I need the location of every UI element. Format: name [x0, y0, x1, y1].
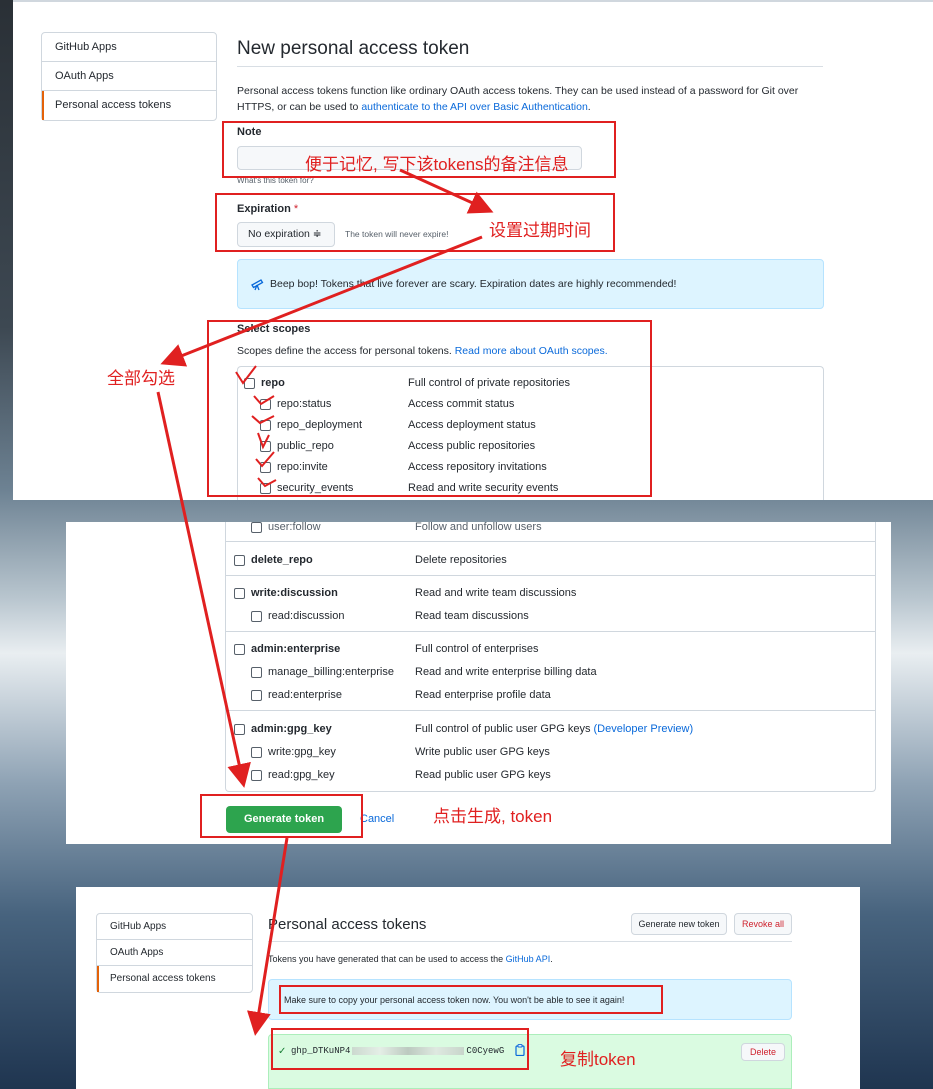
scope-desc: Read public user GPG keys	[415, 769, 551, 781]
settings-sidebar: GitHub Apps OAuth Apps Personal access t…	[41, 32, 217, 121]
scope-row-read-discussion: read:discussion Read team discussions	[226, 606, 875, 626]
delete-token-button[interactable]: Delete	[741, 1043, 785, 1061]
basic-auth-link[interactable]: authenticate to the API over Basic Authe…	[361, 101, 587, 113]
scope-group-divider	[226, 631, 875, 632]
desc-text: Tokens you have generated that can be us…	[268, 954, 506, 964]
flash-message: Beep bop! Tokens that live forever are s…	[270, 278, 677, 290]
sidebar-item-personal-access-tokens[interactable]: Personal access tokens	[42, 91, 216, 120]
scope-name: read:discussion	[268, 610, 345, 622]
scope-row-delete-repo: delete_repo Delete repositories	[226, 550, 875, 570]
generate-new-token-button[interactable]: Generate new token	[631, 913, 727, 935]
expiration-annotation-text: 设置过期时间	[489, 221, 591, 240]
scope-row-write-gpg-key: write:gpg_key Write public user GPG keys	[226, 742, 875, 762]
scope-name: write:discussion	[251, 587, 338, 599]
page-title: New personal access token	[237, 38, 470, 59]
generate-annotation-box	[200, 794, 363, 838]
sidebar-item-oauth-apps[interactable]: OAuth Apps	[42, 62, 216, 91]
github-api-link[interactable]: GitHub API	[506, 954, 551, 964]
scope-row-user-follow: user:follow Follow and unfollow users	[226, 517, 875, 537]
scope-checkbox[interactable]	[234, 643, 245, 655]
select-all-annotation-text: 全部勾选	[107, 369, 175, 388]
scope-row-read-enterprise: read:enterprise Read enterprise profile …	[226, 685, 875, 705]
intro-line1: Personal access tokens function like ord…	[237, 85, 799, 97]
sidebar-item-github-apps[interactable]: GitHub Apps	[42, 33, 216, 62]
scope-desc: Read enterprise profile data	[415, 689, 551, 701]
title-divider	[237, 66, 823, 67]
intro-end: .	[587, 101, 591, 113]
scopes-annotation-box	[207, 320, 652, 497]
scope-row-admin-gpg-key: admin:gpg_key Full control of public use…	[226, 719, 875, 739]
scope-group-divider	[226, 575, 875, 576]
scope-desc: Full control of public user GPG keys	[415, 723, 594, 735]
telescope-icon	[250, 277, 264, 291]
scope-checkbox[interactable]	[251, 666, 262, 678]
token-list-desc: Tokens you have generated that can be us…	[268, 954, 553, 964]
desc-end: .	[550, 954, 553, 964]
scope-name: admin:gpg_key	[251, 723, 332, 735]
sidebar-item-oauth-apps[interactable]: OAuth Apps	[97, 940, 252, 966]
token-annotation-box	[271, 1028, 529, 1070]
scope-checkbox[interactable]	[251, 769, 262, 781]
intro-line2: HTTPS, or can be used to	[237, 101, 362, 113]
intro-text: Personal access tokens function like ord…	[237, 83, 837, 115]
scopes-list-continued: user:follow Follow and unfollow users de…	[225, 521, 876, 792]
title-divider	[268, 941, 792, 942]
settings-sidebar: GitHub Apps OAuth Apps Personal access t…	[96, 913, 253, 993]
scope-desc: Write public user GPG keys	[415, 746, 550, 758]
cancel-link[interactable]: Cancel	[360, 813, 394, 825]
scopes-continued-panel: user:follow Follow and unfollow users de…	[66, 521, 891, 844]
note-annotation-text: 便于记忆, 写下该tokens的备注信息	[305, 155, 569, 174]
scope-desc: Read and write team discussions	[415, 587, 577, 599]
scope-name: admin:enterprise	[251, 643, 341, 655]
developer-preview-link[interactable]: (Developer Preview)	[594, 723, 694, 735]
scope-name: read:enterprise	[268, 689, 342, 701]
generate-annotation-text: 点击生成, token	[433, 807, 553, 826]
scope-checkbox[interactable]	[251, 610, 262, 622]
top-divider	[13, 0, 933, 2]
scope-checkbox[interactable]	[251, 689, 262, 701]
scope-group-divider	[226, 541, 875, 542]
scope-name: manage_billing:enterprise	[268, 666, 394, 678]
scope-desc: Full control of enterprises	[415, 643, 539, 655]
scope-desc: Follow and unfollow users	[415, 521, 542, 533]
scope-row-read-gpg-key: read:gpg_key Read public user GPG keys	[226, 765, 875, 785]
scope-checkbox[interactable]	[234, 723, 245, 735]
scope-desc: Delete repositories	[415, 554, 507, 566]
scope-checkbox[interactable]	[234, 587, 245, 599]
scope-name: read:gpg_key	[268, 769, 335, 781]
sidebar-item-personal-access-tokens[interactable]: Personal access tokens	[97, 966, 252, 992]
scope-checkbox[interactable]	[251, 521, 262, 533]
scope-desc: Read team discussions	[415, 610, 529, 622]
revoke-all-button[interactable]: Revoke all	[734, 913, 792, 935]
scope-name: write:gpg_key	[268, 746, 336, 758]
page-title: Personal access tokens	[268, 916, 427, 933]
scope-desc: Read and write enterprise billing data	[415, 666, 597, 678]
scope-group-divider	[226, 710, 875, 711]
sidebar-item-github-apps[interactable]: GitHub Apps	[97, 914, 252, 940]
scope-desc-group: Full control of public user GPG keys (De…	[415, 723, 693, 735]
scope-name: user:follow	[268, 521, 321, 533]
copy-annotation-text: 复制token	[560, 1050, 636, 1069]
scope-name: delete_repo	[251, 554, 313, 566]
expiration-warning-flash: Beep bop! Tokens that live forever are s…	[237, 259, 824, 309]
scope-row-manage-billing-enterprise: manage_billing:enterprise Read and write…	[226, 662, 875, 682]
scope-checkbox[interactable]	[234, 554, 245, 566]
scope-checkbox[interactable]	[251, 746, 262, 758]
flash-annotation-box	[279, 985, 663, 1014]
scope-row-admin-enterprise: admin:enterprise Full control of enterpr…	[226, 639, 875, 659]
scope-row-write-discussion: write:discussion Read and write team dis…	[226, 583, 875, 603]
